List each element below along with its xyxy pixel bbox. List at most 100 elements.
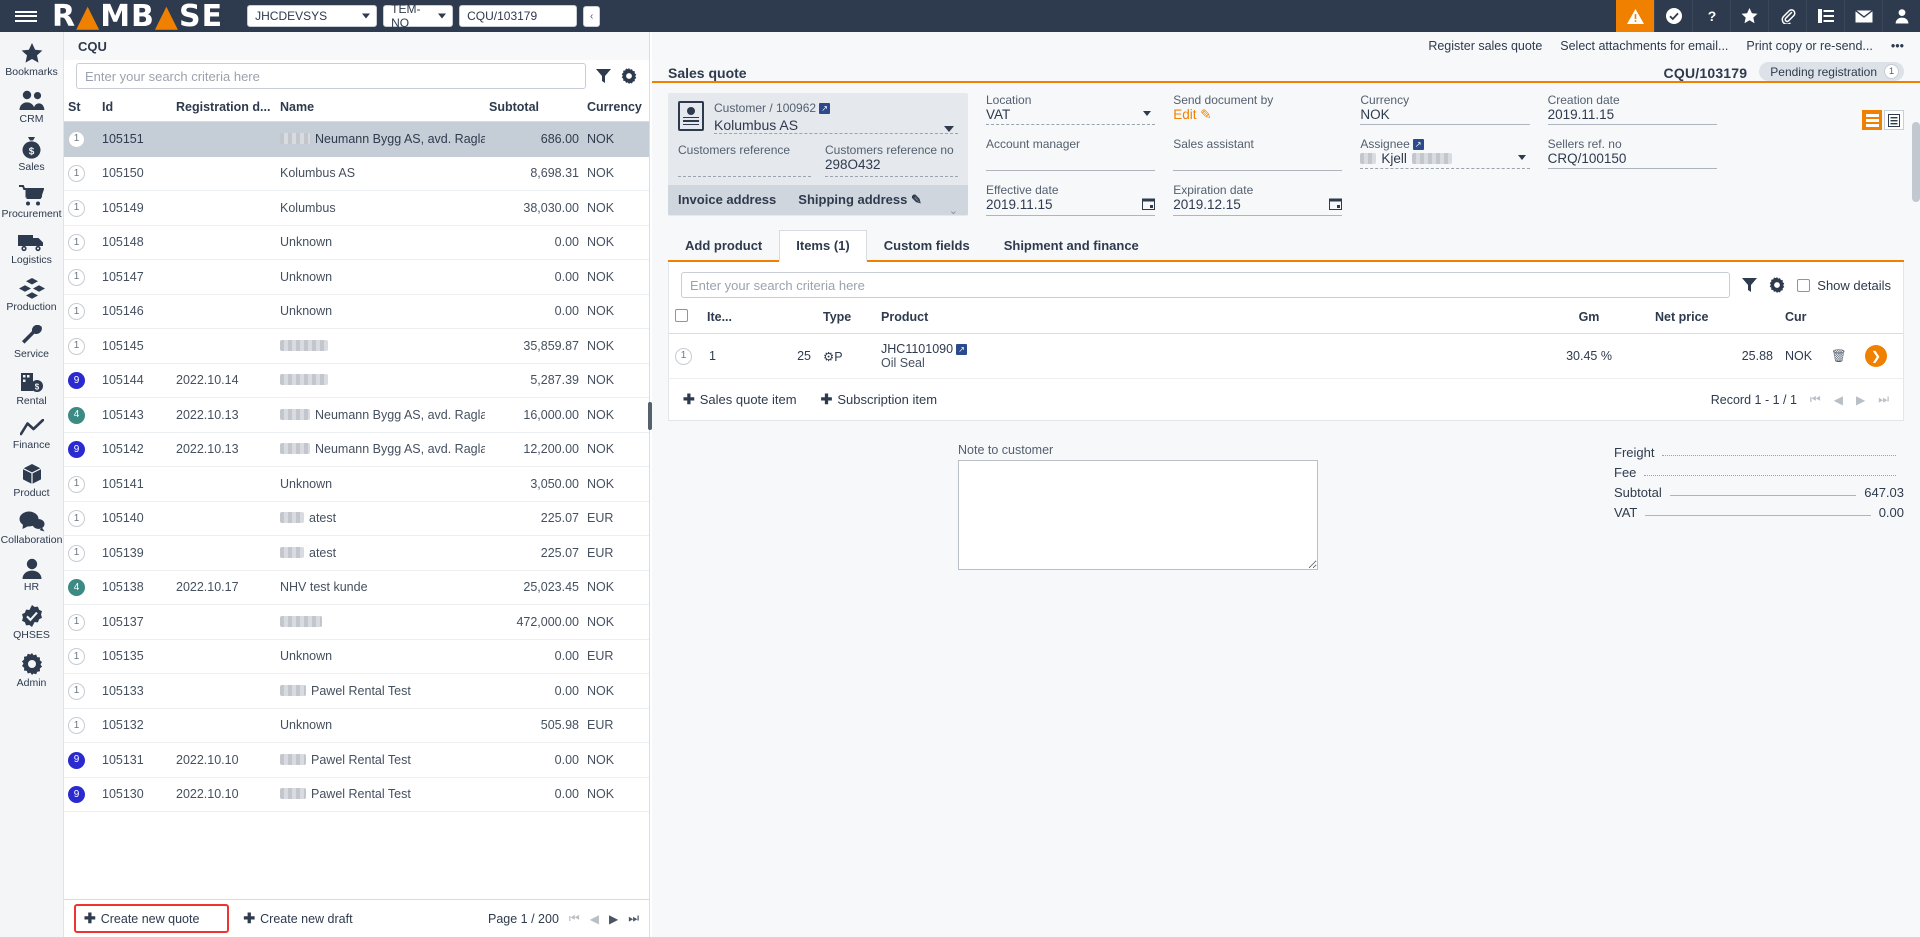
col-cur[interactable]: Cur <box>1779 306 1825 334</box>
col-subtotal[interactable]: Subtotal <box>485 97 583 122</box>
settings-gear-icon[interactable] <box>1769 277 1785 293</box>
table-row[interactable]: 1105139atest225.07EUR <box>64 536 649 571</box>
open-row-button[interactable]: ❯ <box>1859 334 1903 379</box>
field-assignee[interactable]: Assignee↗ Kjell <box>1360 137 1529 171</box>
form-view-button[interactable] <box>1862 110 1882 130</box>
col-type[interactable]: Type <box>817 306 875 334</box>
tab-add-product[interactable]: Add product <box>668 230 779 260</box>
field-expiration-date[interactable]: Expiration date 2019.12.15 <box>1173 183 1342 216</box>
sidebar-item-qhses[interactable]: QHSES <box>0 598 64 646</box>
create-new-draft-button[interactable]: ✚Create new draft <box>243 910 352 927</box>
field-creation-date[interactable]: Creation date 2019.11.15 <box>1548 93 1717 125</box>
calendar-icon[interactable] <box>1142 197 1155 213</box>
sidebar-item-collaboration[interactable]: Collaboration <box>0 504 64 551</box>
table-row[interactable]: 110514535,859.87NOK <box>64 329 649 364</box>
col-registration-date[interactable]: Registration d... <box>172 97 276 122</box>
table-row[interactable]: 1105135Unknown0.00EUR <box>64 639 649 674</box>
shipping-address-tab[interactable]: Shipping address ✎ <box>798 192 922 208</box>
tab-shipment-and-finance[interactable]: Shipment and finance <box>987 230 1156 260</box>
first-record-button[interactable]: ⏮ <box>1810 392 1821 407</box>
tab-items[interactable]: Items (1) <box>779 230 866 262</box>
open-link-icon[interactable]: ↗ <box>1413 139 1424 150</box>
table-row[interactable]: 1105149Kolumbus38,030.00NOK <box>64 191 649 226</box>
customers-reference-no-field[interactable]: Customers reference no 298O432 <box>825 143 958 177</box>
sidebar-item-hr[interactable]: HR <box>0 551 64 598</box>
col-st[interactable]: St <box>64 97 98 122</box>
show-details-checkbox[interactable]: Show details <box>1797 278 1891 293</box>
field-value[interactable]: Edit ✎ <box>1173 107 1342 125</box>
document-input[interactable]: CQU/103179 <box>459 5 577 27</box>
sidebar-item-sales[interactable]: $ Sales <box>0 130 64 178</box>
back-button[interactable]: ‹ <box>583 6 600 27</box>
col-gm[interactable]: Gm <box>1529 306 1649 334</box>
col-name[interactable]: Name <box>276 97 485 122</box>
table-row[interactable]: 1105140atest225.07EUR <box>64 501 649 536</box>
status-badge[interactable]: Pending registration 1 <box>1759 62 1904 81</box>
field-location[interactable]: Location VAT <box>986 93 1155 125</box>
items-select-all-checkbox[interactable] <box>669 306 703 334</box>
table-row[interactable]: 41051432022.10.13Neumann Bygg AS, avd. R… <box>64 398 649 433</box>
tab-custom-fields[interactable]: Custom fields <box>867 230 987 260</box>
expand-customer-icon[interactable]: ⌄ <box>949 204 958 217</box>
help-icon[interactable]: ? <box>1692 0 1730 32</box>
table-row[interactable]: 91051312022.10.10Pawel Rental Test0.00NO… <box>64 743 649 778</box>
document-view-button[interactable] <box>1884 110 1904 130</box>
sidebar-item-finance[interactable]: Finance <box>0 412 64 456</box>
table-row[interactable]: 1105137472,000.00NOK <box>64 605 649 640</box>
last-record-button[interactable]: ⏭ <box>1878 392 1889 407</box>
edit-pencil-icon[interactable]: ✎ <box>911 192 922 207</box>
register-sales-quote-link[interactable]: Register sales quote <box>1428 39 1542 53</box>
table-row[interactable]: 1105132Unknown505.98EUR <box>64 708 649 743</box>
table-row[interactable]: 41051382022.10.17NHV test kunde25,023.45… <box>64 570 649 605</box>
customers-reference-field[interactable]: Customers reference <box>678 143 811 177</box>
items-table-row[interactable]: 1125⚙PJHC1101090↗Oil Seal30.45 %25.88NOK… <box>669 334 1903 379</box>
table-row[interactable]: 91051442022.10.145,287.39NOK <box>64 363 649 398</box>
sidebar-item-service[interactable]: Service <box>0 318 64 365</box>
invoice-address-tab[interactable]: Invoice address <box>678 192 776 208</box>
attachments-icon[interactable] <box>1768 0 1806 32</box>
field-account-manager[interactable]: Account manager <box>986 137 1155 171</box>
sidebar-item-product[interactable]: Product <box>0 456 64 504</box>
sidebar-item-rental[interactable]: $ Rental <box>0 365 64 412</box>
sidebar-item-logistics[interactable]: Logistics <box>0 225 64 271</box>
search-input[interactable] <box>76 63 586 89</box>
sidebar-item-crm[interactable]: CRM <box>0 83 64 130</box>
table-row[interactable]: 1105148Unknown0.00NOK <box>64 225 649 260</box>
next-page-button[interactable]: ▶ <box>609 912 618 926</box>
field-sellers-ref-no[interactable]: Sellers ref. no CRQ/100150 <box>1548 137 1717 171</box>
mail-icon[interactable] <box>1844 0 1882 32</box>
add-sales-quote-item-button[interactable]: ✚ Sales quote item <box>683 391 797 408</box>
tasks-icon[interactable] <box>1806 0 1844 32</box>
col-id[interactable]: Id <box>98 97 172 122</box>
col-net-price[interactable]: Net price <box>1649 306 1779 334</box>
field-effective-date[interactable]: Effective date 2019.11.15 <box>986 183 1155 216</box>
col-item[interactable]: Ite... <box>703 306 817 334</box>
prev-record-button[interactable]: ◀ <box>1834 393 1843 407</box>
verified-icon[interactable] <box>1654 0 1692 32</box>
sidebar-item-admin[interactable]: Admin <box>0 646 64 694</box>
table-row[interactable]: 1105147Unknown0.00NOK <box>64 260 649 295</box>
table-row[interactable]: 1105146Unknown0.00NOK <box>64 294 649 329</box>
settings-gear-icon[interactable] <box>621 68 637 84</box>
open-link-icon[interactable]: ↗ <box>819 103 830 114</box>
field-currency[interactable]: Currency NOK <box>1360 93 1529 125</box>
filter-icon[interactable] <box>596 69 611 83</box>
table-row[interactable]: 1105150Kolumbus AS8,698.31NOK <box>64 156 649 191</box>
add-subscription-item-button[interactable]: ✚ Subscription item <box>821 391 937 408</box>
template-select[interactable]: TEM-NO <box>383 5 453 27</box>
note-to-customer-input[interactable] <box>958 460 1318 570</box>
table-row[interactable]: 1105133Pawel Rental Test0.00NOK <box>64 674 649 709</box>
select-attachments-link[interactable]: Select attachments for email... <box>1560 39 1728 53</box>
table-row[interactable]: 91051302022.10.10Pawel Rental Test0.00NO… <box>64 777 649 812</box>
prev-page-button[interactable]: ◀ <box>590 912 599 926</box>
sidebar-item-procurement[interactable]: Procurement <box>0 178 64 225</box>
first-page-button[interactable]: ⏮ <box>569 911 580 926</box>
favorites-icon[interactable] <box>1730 0 1768 32</box>
system-select[interactable]: JHCDEVSYS <box>247 5 377 27</box>
last-page-button[interactable]: ⏭ <box>628 911 639 926</box>
table-row[interactable]: 91051422022.10.13Neumann Bygg AS, avd. R… <box>64 432 649 467</box>
more-actions-icon[interactable]: ••• <box>1891 39 1904 53</box>
col-currency[interactable]: Currency <box>583 97 649 122</box>
warning-icon[interactable] <box>1616 0 1654 32</box>
table-row[interactable]: 1105141Unknown3,050.00NOK <box>64 467 649 502</box>
